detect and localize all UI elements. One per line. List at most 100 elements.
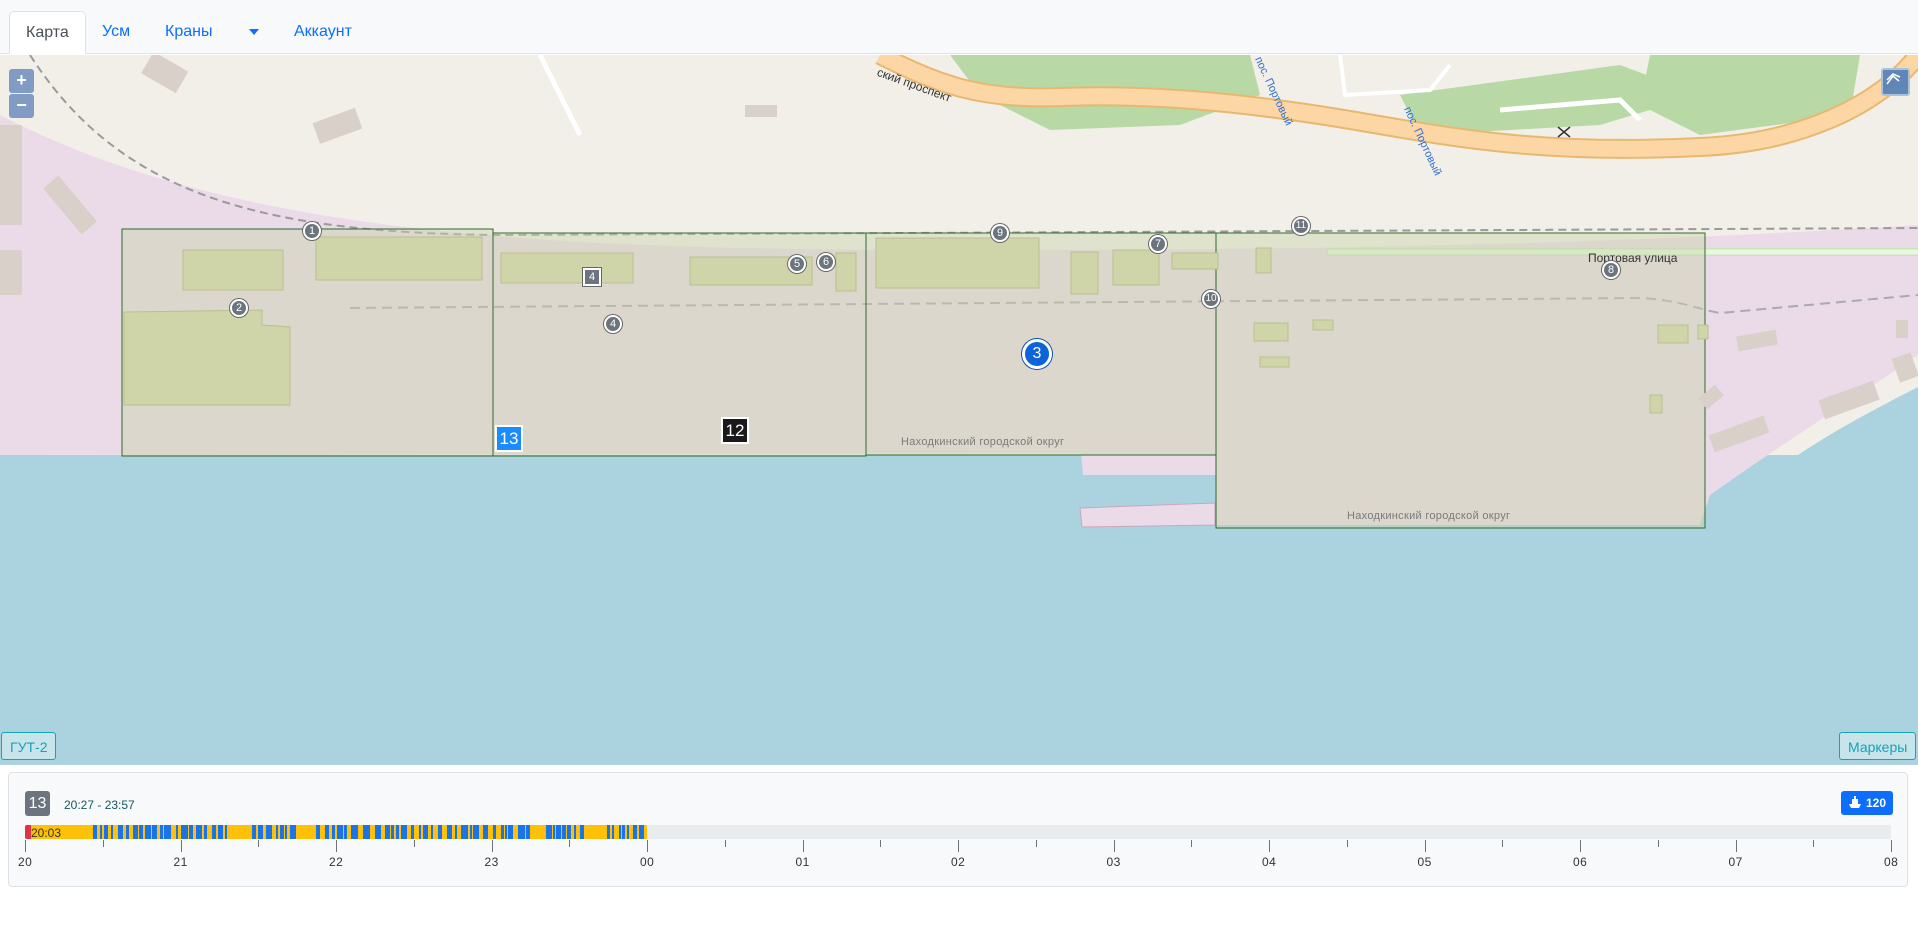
- selected-marker[interactable]: 3: [1022, 339, 1052, 369]
- hour-label: 07: [1728, 855, 1743, 869]
- half-hour-tick: [413, 840, 415, 847]
- hour-tick: [647, 840, 648, 852]
- hour-tick: [958, 840, 959, 852]
- timeline-panel: 13 20:27 - 23:57 120 20:03 20 21 22 23 00 01 0…: [8, 772, 1908, 887]
- work-segment: [176, 825, 178, 839]
- hour-tick: [1424, 840, 1426, 852]
- work-segment: [276, 825, 278, 839]
- crane-marker[interactable]: 12: [721, 417, 749, 444]
- work-segment: [607, 825, 610, 839]
- half-hour-tick: [102, 840, 104, 847]
- work-segment: [438, 825, 442, 839]
- map-marker[interactable]: 9: [991, 224, 1009, 242]
- work-segment: [401, 825, 407, 839]
- map-marker[interactable]: 6: [817, 253, 835, 271]
- timeline-track[interactable]: [25, 825, 1891, 839]
- crane-number-badge: 13: [25, 791, 50, 816]
- tab-cranes[interactable]: Краны: [149, 11, 228, 54]
- work-segment: [518, 825, 525, 839]
- work-segment: [204, 825, 207, 839]
- work-segment: [553, 825, 555, 839]
- work-segment: [100, 825, 102, 839]
- current-time-label: 20:03: [31, 826, 62, 840]
- map-marker-square[interactable]: 4: [583, 268, 601, 286]
- top-nav: Карта Усм Краны Аккаунт: [0, 0, 1918, 54]
- tab-account[interactable]: Аккаунт: [278, 11, 368, 54]
- work-segment: [627, 825, 629, 839]
- work-segment: [332, 825, 335, 839]
- work-segment: [104, 825, 108, 839]
- work-segment: [385, 825, 390, 839]
- gut2-button[interactable]: ГУТ-2: [1, 732, 57, 760]
- work-segment: [391, 825, 394, 839]
- half-hour-tick: [1035, 840, 1037, 847]
- hour-tick: [1891, 840, 1892, 852]
- work-segment: [505, 825, 507, 839]
- work-segment: [483, 825, 488, 839]
- okrug-label: Находкинский городской округ: [901, 436, 1065, 448]
- work-segment: [181, 825, 188, 839]
- work-segment: [419, 825, 421, 839]
- dropdown-toggle[interactable]: [233, 11, 275, 54]
- work-segment: [473, 825, 479, 839]
- half-hour-tick: [258, 840, 260, 847]
- half-hour-tick: [1813, 840, 1815, 847]
- map-marker[interactable]: 4: [604, 315, 622, 333]
- work-segment: [266, 825, 272, 839]
- hour-label: 03: [1106, 855, 1121, 869]
- work-segment: [556, 825, 561, 839]
- work-segment: [285, 825, 287, 839]
- hour-label: 21: [173, 855, 188, 869]
- ship-count-badge[interactable]: 120: [1840, 791, 1893, 815]
- work-segment: [574, 825, 576, 839]
- work-segment: [118, 825, 123, 839]
- work-segment: [363, 825, 370, 839]
- route-icon: [1886, 73, 1901, 85]
- half-hour-tick: [724, 840, 726, 847]
- hour-label: 22: [329, 855, 344, 869]
- work-segment: [423, 825, 428, 839]
- hour-tick: [180, 840, 182, 852]
- ship-icon: [1848, 796, 1861, 808]
- hour-label: 23: [484, 855, 499, 869]
- map[interactable]: ский проспект Портовая улица Находкински…: [0, 55, 1918, 765]
- hour-tick: [336, 840, 337, 852]
- work-segment: [470, 825, 472, 839]
- work-segment: [316, 825, 320, 839]
- map-marker[interactable]: 11: [1292, 217, 1310, 235]
- street-label: Портовая улица: [1588, 251, 1678, 265]
- tab-usm[interactable]: Усм: [86, 11, 146, 54]
- work-segment: [493, 825, 496, 839]
- map-marker[interactable]: 2: [230, 299, 248, 317]
- hour-label: 01: [795, 855, 810, 869]
- map-marker[interactable]: 10: [1202, 290, 1220, 308]
- crane-marker[interactable]: 13: [495, 425, 523, 452]
- half-hour-tick: [880, 840, 882, 847]
- work-segment: [126, 825, 129, 839]
- map-marker[interactable]: 8: [1602, 261, 1620, 279]
- zoom-out-button[interactable]: −: [9, 94, 34, 118]
- work-segment: [252, 825, 256, 839]
- zoom-in-button[interactable]: +: [9, 69, 34, 93]
- hour-label: 05: [1417, 855, 1432, 869]
- markers-button[interactable]: Маркеры: [1839, 732, 1917, 760]
- work-segment: [152, 825, 157, 839]
- hour-tick: [1735, 840, 1737, 852]
- tab-map[interactable]: Карта: [9, 11, 86, 54]
- hour-tick: [1580, 840, 1581, 852]
- work-segment: [93, 825, 97, 839]
- work-segment: [508, 825, 513, 839]
- layers-toggle-button[interactable]: [1881, 68, 1910, 96]
- map-marker[interactable]: 7: [1149, 235, 1167, 253]
- map-marker[interactable]: 1: [303, 222, 321, 240]
- work-segment: [196, 825, 202, 839]
- half-hour-tick: [1657, 840, 1659, 847]
- work-segment: [280, 825, 284, 839]
- hour-tick: [802, 840, 804, 852]
- work-segment: [344, 825, 347, 839]
- work-segment: [111, 825, 113, 839]
- work-segment: [526, 825, 530, 839]
- work-segment: [337, 825, 343, 839]
- map-marker[interactable]: 5: [788, 255, 806, 273]
- work-segment: [218, 825, 223, 839]
